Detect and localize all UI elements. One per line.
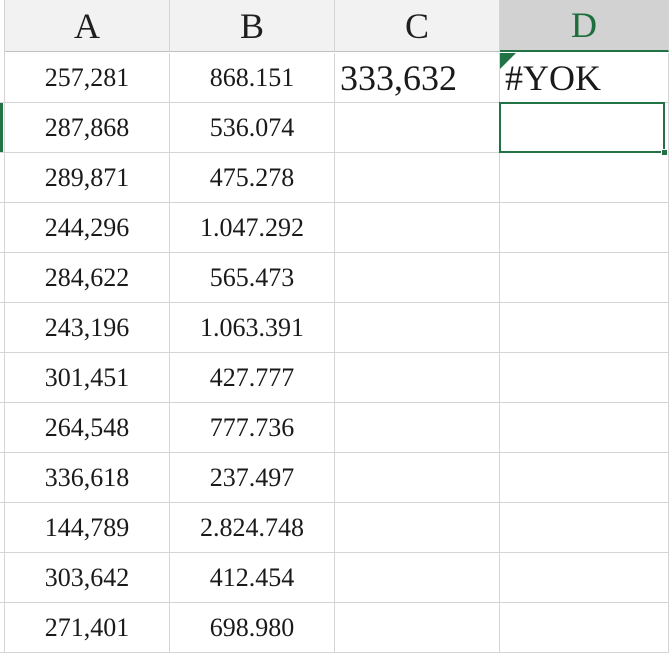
cell-a7[interactable]: 301,451 (5, 353, 170, 403)
cell-b4[interactable]: 1.047.292 (170, 203, 335, 253)
cell-d5[interactable] (500, 253, 669, 303)
cell-c1[interactable]: 333,632 (335, 53, 500, 103)
table-row: 244,296 1.047.292 (5, 203, 669, 253)
cell-b11[interactable]: 412.454 (170, 553, 335, 603)
cell-d11[interactable] (500, 553, 669, 603)
cell-a1[interactable]: 257,281 (5, 53, 170, 103)
spreadsheet-grid: A B C D 257,281 868.151 333,632 #YOK 287,868… (0, 0, 669, 653)
green-triangle-icon (500, 53, 516, 69)
cell-c6[interactable] (335, 303, 500, 353)
cell-c4[interactable] (335, 203, 500, 253)
cell-a4[interactable]: 244,296 (5, 203, 170, 253)
cell-b5[interactable]: 565.473 (170, 253, 335, 303)
fill-handle-icon[interactable] (661, 149, 668, 156)
cell-d12[interactable] (500, 603, 669, 653)
active-row-indicator (0, 103, 3, 152)
cell-c12[interactable] (335, 603, 500, 653)
cell-c3[interactable] (335, 153, 500, 203)
cell-c8[interactable] (335, 403, 500, 453)
cell-b8[interactable]: 777.736 (170, 403, 335, 453)
cell-a12[interactable]: 271,401 (5, 603, 170, 653)
table-row: 336,618 237.497 (5, 453, 669, 503)
cell-d1[interactable]: #YOK (500, 53, 669, 103)
cell-d7[interactable] (500, 353, 669, 403)
cell-a10[interactable]: 144,789 (5, 503, 170, 553)
cell-d8[interactable] (500, 403, 669, 453)
cell-d3[interactable] (500, 153, 669, 203)
cell-b10[interactable]: 2.824.748 (170, 503, 335, 553)
cell-d10[interactable] (500, 503, 669, 553)
cell-a6[interactable]: 243,196 (5, 303, 170, 353)
cell-b7[interactable]: 427.777 (170, 353, 335, 403)
cell-a3[interactable]: 289,871 (5, 153, 170, 203)
cell-c2[interactable] (335, 103, 500, 153)
cell-b3[interactable]: 475.278 (170, 153, 335, 203)
cell-c5[interactable] (335, 253, 500, 303)
cell-c9[interactable] (335, 453, 500, 503)
cell-b9[interactable]: 237.497 (170, 453, 335, 503)
table-row: 287,868 536.074 (5, 103, 669, 153)
cell-b6[interactable]: 1.063.391 (170, 303, 335, 353)
cell-a2[interactable]: 287,868 (5, 103, 170, 153)
cell-a8[interactable]: 264,548 (5, 403, 170, 453)
table-row: 271,401 698.980 (5, 603, 669, 653)
cell-d9[interactable] (500, 453, 669, 503)
cell-b2[interactable]: 536.074 (170, 103, 335, 153)
table-row: 264,548 777.736 (5, 403, 669, 453)
cell-c11[interactable] (335, 553, 500, 603)
table-row: 303,642 412.454 (5, 553, 669, 603)
table-row: 301,451 427.777 (5, 353, 669, 403)
cell-c10[interactable] (335, 503, 500, 553)
cell-b12[interactable]: 698.980 (170, 603, 335, 653)
table-row: 257,281 868.151 333,632 #YOK (5, 53, 669, 103)
cell-d6[interactable] (500, 303, 669, 353)
column-header-a[interactable]: A (5, 0, 170, 52)
cell-c7[interactable] (335, 353, 500, 403)
cell-d2[interactable] (500, 103, 669, 153)
table-row: 144,789 2.824.748 (5, 503, 669, 553)
column-header-b[interactable]: B (170, 0, 335, 52)
cell-a11[interactable]: 303,642 (5, 553, 170, 603)
column-header-d[interactable]: D (500, 0, 669, 52)
cell-b1[interactable]: 868.151 (170, 53, 335, 103)
table-row: 284,622 565.473 (5, 253, 669, 303)
cell-a9[interactable]: 336,618 (5, 453, 170, 503)
cell-a5[interactable]: 284,622 (5, 253, 170, 303)
column-header-c[interactable]: C (335, 0, 500, 52)
table-row: 289,871 475.278 (5, 153, 669, 203)
cell-d4[interactable] (500, 203, 669, 253)
table-row: 243,196 1.063.391 (5, 303, 669, 353)
